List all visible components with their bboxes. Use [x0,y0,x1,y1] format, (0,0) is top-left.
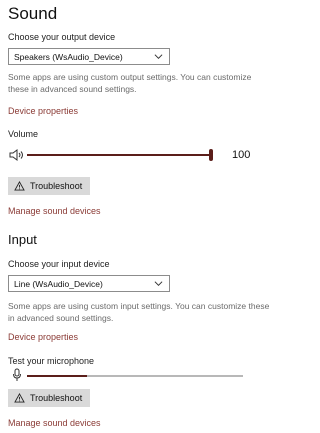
input-troubleshoot-button[interactable]: Troubleshoot [8,389,90,407]
output-troubleshoot-label: Troubleshoot [30,181,83,191]
output-device-value: Speakers (WsAudio_Device) [14,51,123,62]
input-manage-sound-devices-link[interactable]: Manage sound devices [8,418,101,428]
microphone-test-label: Test your microphone [8,356,95,366]
input-heading: Input [8,232,37,247]
volume-slider-thumb[interactable] [209,149,213,161]
input-device-dropdown[interactable]: Line (WsAudio_Device) [8,275,170,292]
input-custom-settings-note: Some apps are using custom input setting… [8,301,270,323]
warning-icon [14,181,25,191]
output-custom-settings-note: Some apps are using custom output settin… [8,72,252,94]
microphone-icon [13,368,21,381]
output-troubleshoot-button[interactable]: Troubleshoot [8,177,90,195]
microphone-level-fill [27,375,87,377]
output-manage-sound-devices-link[interactable]: Manage sound devices [8,206,101,216]
output-device-properties-link[interactable]: Device properties [8,106,78,116]
input-device-properties-link[interactable]: Device properties [8,332,78,342]
volume-label: Volume [8,129,39,139]
volume-value: 100 [232,149,251,161]
warning-icon [14,393,25,403]
output-device-label: Choose your output device [8,32,116,42]
input-troubleshoot-label: Troubleshoot [30,393,83,403]
speaker-icon[interactable] [9,149,25,161]
output-device-dropdown[interactable]: Speakers (WsAudio_Device) [8,48,170,65]
sound-heading: Sound [8,4,58,23]
volume-slider-fill [27,154,213,156]
input-device-value: Line (WsAudio_Device) [14,278,103,289]
input-device-label: Choose your input device [8,259,110,269]
chevron-down-icon [154,54,163,60]
chevron-down-icon [154,281,163,287]
